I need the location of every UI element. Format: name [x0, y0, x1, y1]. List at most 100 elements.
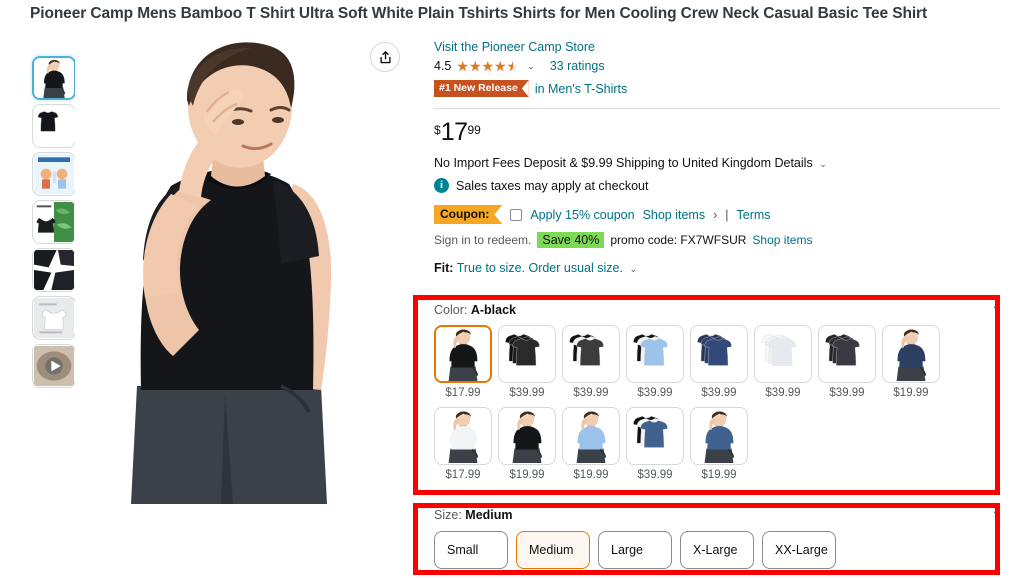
- swatch-white-pack-box[interactable]: [754, 325, 812, 383]
- swatch-black-model-2-price: $19.99: [509, 469, 545, 481]
- coupon-row: Coupon: Apply 15% coupon Shop items › | …: [434, 205, 1000, 224]
- swatch-navy-model-price: $19.99: [893, 387, 929, 399]
- model-white-icon: [435, 408, 491, 464]
- size-label: Size: Medium: [434, 508, 513, 522]
- price-block: $ 17 99: [434, 120, 1000, 150]
- shirt-white-icon: [33, 297, 75, 339]
- product-gallery: [0, 34, 415, 504]
- chevron-up-icon[interactable]: ⌃: [992, 510, 1000, 521]
- swatch-darkgrey-pack-price: $39.99: [829, 387, 865, 399]
- swatch-darkgrey-pack-box[interactable]: [818, 325, 876, 383]
- chevron-up-icon[interactable]: ⌃: [992, 305, 1000, 316]
- swatch-mixed-pack[interactable]: $39.99: [626, 407, 684, 481]
- thumb-fabric-closeup[interactable]: [32, 248, 76, 292]
- swatch-3pack-black-box[interactable]: [498, 325, 556, 383]
- swatch-lightblue-model-price: $19.99: [573, 469, 609, 481]
- model-navy-icon: [883, 326, 939, 382]
- stack-black-icon: [499, 326, 555, 382]
- store-link[interactable]: Visit the Pioneer Camp Store: [434, 40, 1000, 54]
- share-icon: [379, 50, 391, 63]
- swatch-lightblue-model[interactable]: $19.99: [562, 407, 620, 481]
- swatch-a-black[interactable]: $17.99: [434, 325, 492, 399]
- thumb-shirt-black-flat[interactable]: [32, 104, 76, 148]
- model-black-icon: [436, 327, 490, 381]
- size-medium[interactable]: Medium: [516, 531, 590, 569]
- coupon-separator: |: [725, 207, 729, 222]
- swatch-lightblue-mix[interactable]: $39.99: [626, 325, 684, 399]
- swatch-black-grey-mix[interactable]: $39.99: [562, 325, 620, 399]
- ratings-count[interactable]: 33 ratings: [550, 59, 605, 73]
- size-section-header[interactable]: Size: Medium ⌃: [434, 508, 1000, 522]
- size-large[interactable]: Large: [598, 531, 672, 569]
- swatch-mixed-pack-box[interactable]: [626, 407, 684, 465]
- color-swatch-row: $17.99 $39.99 $39.99 $39.99 $39.99 $39.9…: [434, 325, 1000, 399]
- swatch-black-model-2-box[interactable]: [498, 407, 556, 465]
- price: $ 17 99: [434, 120, 481, 145]
- rating-value: 4.5: [434, 59, 452, 73]
- shipping-chevron-down-icon[interactable]: ⌄: [819, 159, 827, 169]
- swatch-navy-pack[interactable]: $39.99: [690, 325, 748, 399]
- model-black-tshirt-photo: [75, 34, 410, 504]
- color-section-header[interactable]: Color: A-black ⌃: [434, 303, 1000, 317]
- swatch-darkgrey-pack[interactable]: $39.99: [818, 325, 876, 399]
- swatch-white-pack[interactable]: $39.99: [754, 325, 812, 399]
- divider: [434, 108, 1000, 109]
- rating-chevron-down-icon[interactable]: ⌄: [527, 61, 535, 72]
- share-button[interactable]: [370, 42, 400, 72]
- color-label: Color: A-black: [434, 303, 516, 317]
- swatch-blue-model[interactable]: $19.99: [690, 407, 748, 481]
- shipping-details-link[interactable]: Details: [774, 156, 812, 170]
- swatch-navy-pack-box[interactable]: [690, 325, 748, 383]
- swatch-navy-model-box[interactable]: [882, 325, 940, 383]
- stack-white-icon: [755, 326, 811, 382]
- swatch-blue-model-box[interactable]: [690, 407, 748, 465]
- color-selected-value: A-black: [470, 303, 516, 317]
- badge-category-link[interactable]: in Men's T-Shirts: [535, 82, 627, 96]
- thumb-model-black-front[interactable]: [32, 56, 76, 100]
- swatch-white-model-box[interactable]: [434, 407, 492, 465]
- swatch-white-model[interactable]: $17.99: [434, 407, 492, 481]
- shipping-text: No Import Fees Deposit & $9.99 Shipping …: [434, 156, 771, 170]
- coupon-shop-items-link[interactable]: Shop items: [643, 208, 706, 222]
- video-icon: [33, 345, 75, 387]
- closeup-icon: [33, 249, 75, 291]
- coupon-checkbox[interactable]: [510, 208, 523, 221]
- thumb-bamboo-fabric[interactable]: [32, 200, 76, 244]
- size-small[interactable]: Small: [434, 531, 508, 569]
- size-xxlarge[interactable]: XX-Large: [762, 531, 836, 569]
- thumb-shirt-white-detail[interactable]: [32, 296, 76, 340]
- swatch-lightblue-mix-box[interactable]: [626, 325, 684, 383]
- size-selected-value: Medium: [465, 508, 513, 522]
- fit-value[interactable]: True to size. Order usual size.: [457, 261, 623, 275]
- size-options: Small Medium Large X-Large XX-Large: [434, 531, 1000, 569]
- thumbnail-strip[interactable]: [32, 56, 78, 392]
- size-xlarge[interactable]: X-Large: [680, 531, 754, 569]
- new-release-badge[interactable]: #1 New Release: [434, 80, 529, 97]
- size-variation-section: Size: Medium ⌃ Small Medium Large X-Large XX…: [434, 508, 1000, 569]
- stack-navy-icon: [691, 326, 747, 382]
- promo-row: Sign in to redeem. Save 40% promo code: …: [434, 232, 1000, 248]
- promo-shop-items-link[interactable]: Shop items: [752, 233, 812, 247]
- coupon-apply-label[interactable]: Apply 15% coupon: [530, 208, 634, 222]
- thumb-infographic-cooling[interactable]: [32, 152, 76, 196]
- swatch-a-black-box[interactable]: [434, 325, 492, 383]
- info-icon: i: [434, 178, 449, 193]
- rating-stars[interactable]: ★★★★★ ★★★★★: [456, 59, 519, 74]
- main-product-image[interactable]: [75, 34, 410, 504]
- thumb-video[interactable]: [32, 344, 76, 388]
- swatch-navy-model[interactable]: $19.99: [882, 325, 940, 399]
- product-info-panel: Visit the Pioneer Camp Store 4.5 ★★★★★ ★…: [434, 40, 1000, 275]
- tax-note-text: Sales taxes may apply at checkout: [456, 178, 649, 193]
- swatch-3pack-black[interactable]: $39.99: [498, 325, 556, 399]
- fit-chevron-down-icon[interactable]: ⌄: [629, 264, 637, 274]
- size-label-text: Size:: [434, 508, 462, 522]
- price-symbol: $: [434, 123, 441, 137]
- infographic-icon: [33, 153, 75, 195]
- swatch-navy-pack-price: $39.99: [701, 387, 737, 399]
- swatch-black-model-2[interactable]: $19.99: [498, 407, 556, 481]
- shipping-line: No Import Fees Deposit & $9.99 Shipping …: [434, 156, 1000, 170]
- swatch-black-grey-mix-box[interactable]: [562, 325, 620, 383]
- swatch-lightblue-model-box[interactable]: [562, 407, 620, 465]
- coupon-terms-link[interactable]: Terms: [737, 208, 771, 222]
- stack-lightblue-icon: [627, 326, 683, 382]
